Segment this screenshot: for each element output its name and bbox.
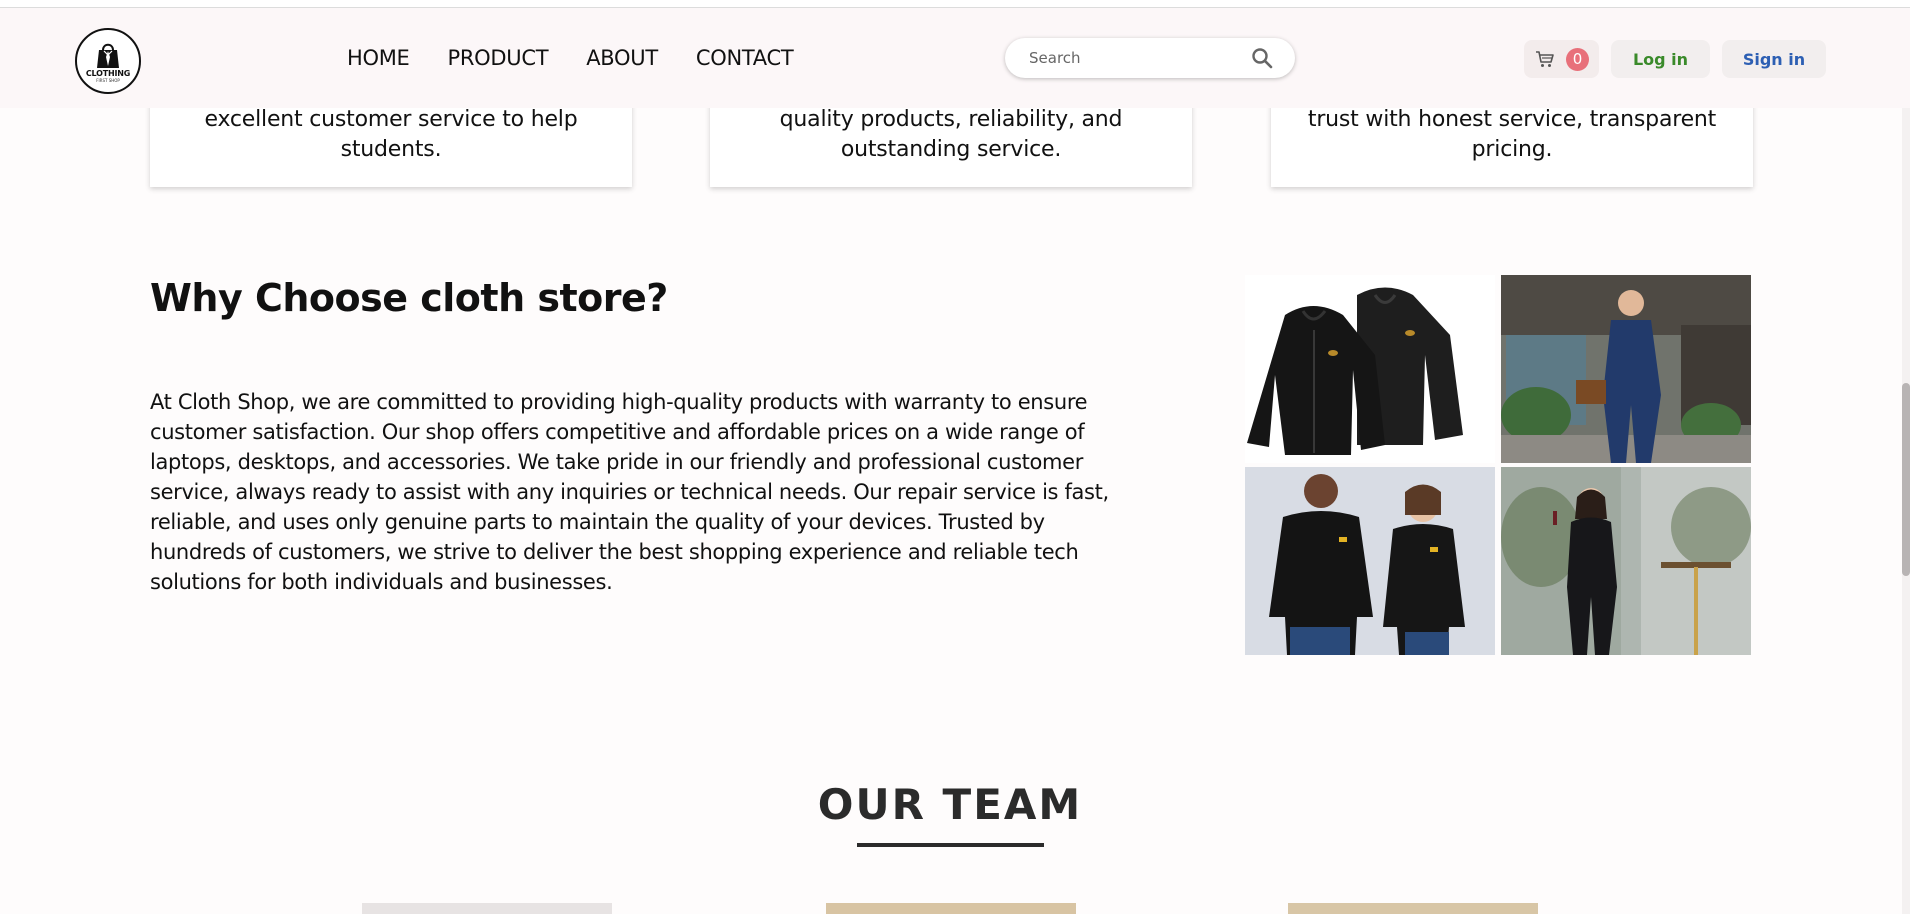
browser-top-edge <box>0 0 1910 8</box>
woman-in-black-suit-photo <box>1501 467 1751 655</box>
team-member-photo <box>1288 903 1538 914</box>
nav-about[interactable]: ABOUT <box>586 46 658 70</box>
cart-button[interactable]: 0 <box>1524 40 1599 78</box>
team-member-photo <box>826 903 1076 914</box>
nav-contact[interactable]: CONTACT <box>696 46 794 70</box>
cart-count-badge: 0 <box>1566 48 1589 71</box>
man-in-blue-suit-photo <box>1501 275 1751 463</box>
feature-card-text: trust with honest service, transparent p… <box>1307 107 1717 162</box>
why-choose-body: At Cloth Shop, we are committed to provi… <box>150 390 1109 594</box>
brand-logo[interactable]: CLOTHING FIRST SHOP <box>75 28 141 94</box>
shopping-bag-icon <box>97 43 119 68</box>
logo-text: CLOTHING <box>85 69 131 78</box>
feature-card-text: excellent customer service to help stude… <box>204 107 578 162</box>
search-input[interactable] <box>1029 48 1239 68</box>
feature-card-text: quality products, reliability, and outst… <box>779 107 1123 162</box>
black-jackets-photo <box>1245 275 1495 463</box>
main-nav: HOME PRODUCT ABOUT CONTACT <box>347 46 831 70</box>
nav-product[interactable]: PRODUCT <box>448 46 549 70</box>
nav-home[interactable]: HOME <box>347 46 410 70</box>
product-gallery <box>1245 275 1751 655</box>
login-button[interactable]: Log in <box>1611 40 1710 78</box>
logo-subtext: FIRST SHOP <box>96 78 120 83</box>
signin-button[interactable]: Sign in <box>1722 40 1826 78</box>
search-box <box>1005 38 1295 78</box>
team-title: OUR TEAM <box>817 780 1083 829</box>
scrollbar-thumb[interactable] <box>1902 383 1910 576</box>
site-header: CLOTHING FIRST SHOP HOME PRODUCT ABOUT C… <box>0 8 1910 108</box>
cart-icon <box>1536 51 1554 67</box>
search-icon[interactable] <box>1251 47 1273 69</box>
team-title-underline <box>857 843 1044 847</box>
couple-in-jackets-photo <box>1245 467 1495 655</box>
team-member-photo <box>362 903 612 914</box>
why-choose-title: Why Choose cloth store? <box>150 276 668 320</box>
page-scrollbar[interactable] <box>1902 8 1910 914</box>
